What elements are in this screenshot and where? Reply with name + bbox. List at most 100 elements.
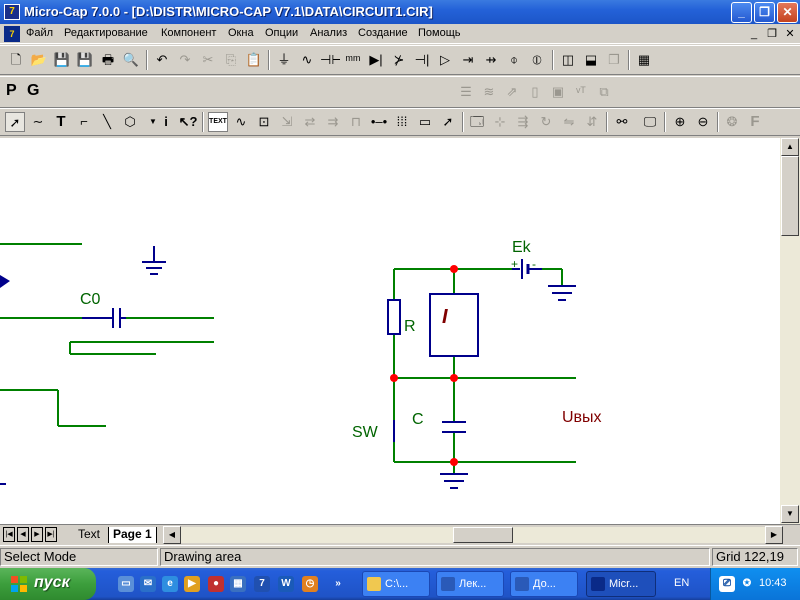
battery-icon[interactable]: ⊣| <box>412 50 432 70</box>
power-display-icon[interactable]: ⇄ <box>300 112 320 132</box>
redo-icon[interactable]: ↷ <box>175 50 195 70</box>
print-icon[interactable]: 🖶 <box>98 50 118 70</box>
rotate-icon[interactable]: ↻ <box>536 112 556 132</box>
vt-icon[interactable]: ᵛᵀ <box>571 82 591 102</box>
task-folder[interactable]: C:\... <box>362 571 430 597</box>
text-tool-icon[interactable]: T <box>51 112 71 132</box>
pin-icon[interactable]: •–• <box>369 112 389 132</box>
vertical-scrollbar[interactable]: ▲ ▼ <box>780 138 800 524</box>
vertical-scroll-thumb[interactable] <box>781 156 799 236</box>
cascade-icon[interactable]: ❐ <box>604 50 624 70</box>
current-source-icon[interactable]: ⌽ <box>504 50 524 70</box>
info-icon[interactable]: i <box>156 112 176 132</box>
chevron-icon[interactable]: » <box>330 576 346 592</box>
image-icon[interactable]: ⧉ <box>594 82 614 102</box>
undo-icon[interactable]: ↶ <box>152 50 172 70</box>
restore-button[interactable]: ❐ <box>754 2 775 23</box>
calculator-app-icon[interactable]: ▦ <box>230 576 246 592</box>
help-pointer-icon[interactable]: ↖? <box>178 112 198 132</box>
scroll-right-icon[interactable]: ▶ <box>765 526 783 544</box>
menu-create[interactable]: Создание <box>358 27 408 39</box>
shapes-icon[interactable]: ⬡ <box>120 112 140 132</box>
tab-page-1[interactable]: Page 1 <box>108 527 157 543</box>
mdi-restore-button[interactable]: ❐ <box>764 27 780 41</box>
mirror-icon[interactable]: ⇋ <box>559 112 579 132</box>
gate-icon[interactable]: ⇥ <box>458 50 478 70</box>
microcap-quicklaunch-icon[interactable]: 7 <box>254 576 270 592</box>
task-doc[interactable]: До... <box>510 571 578 597</box>
drawing-canvas[interactable]: C0 Ek + - R I SW C Uвых <box>0 138 780 524</box>
scroll-down-icon[interactable]: ▼ <box>781 505 799 523</box>
node-numbers-icon[interactable]: ⊡ <box>254 112 274 132</box>
cherry-app-icon[interactable]: ● <box>208 576 224 592</box>
cut-icon[interactable]: ✂ <box>198 50 218 70</box>
calculator-icon[interactable]: ▦ <box>634 50 654 70</box>
title-block-icon[interactable]: ▭ <box>415 112 435 132</box>
save-all-icon[interactable]: 💾 <box>75 50 95 70</box>
tab-text[interactable]: Text <box>74 527 104 543</box>
network-icon[interactable]: ⎚ <box>719 576 735 592</box>
properties-icon[interactable]: 🗔 <box>467 112 487 132</box>
component-mode-letter[interactable]: P <box>6 82 17 100</box>
outlook-icon[interactable]: ✉ <box>140 576 156 592</box>
scroll-left-icon[interactable]: ◀ <box>163 526 181 544</box>
voltage-source-icon[interactable]: ⦶ <box>527 50 547 70</box>
presentation-icon[interactable]: 🖵 <box>640 112 660 132</box>
picture-icon[interactable]: ▣ <box>548 82 568 102</box>
menu-help[interactable]: Помощь <box>418 27 461 39</box>
print-preview-icon[interactable]: 🔍 <box>121 50 141 70</box>
menu-file[interactable]: Файл <box>26 27 53 39</box>
orthogonal-wire-icon[interactable]: ⌐ <box>74 112 94 132</box>
open-file-icon[interactable]: 📂 <box>29 50 49 70</box>
copy-icon[interactable]: ⎘ <box>221 50 241 70</box>
tile-horizontal-icon[interactable]: ⬓ <box>581 50 601 70</box>
diagonal-wire-icon[interactable]: ╲ <box>97 112 117 132</box>
language-indicator[interactable]: EN <box>674 577 689 589</box>
task-lecture-doc[interactable]: Лек... <box>436 571 504 597</box>
close-button[interactable]: ✕ <box>777 2 798 23</box>
opamp-icon[interactable]: ▷ <box>435 50 455 70</box>
title-bar[interactable]: 7 Micro-Cap 7.0.0 - [D:\DISTR\MICRO-CAP … <box>0 0 800 24</box>
horizontal-scroll-thumb[interactable] <box>453 527 513 543</box>
current-display-icon[interactable]: ⇲ <box>277 112 297 132</box>
horizontal-scrollbar[interactable]: ◀ ▶ <box>163 526 783 544</box>
node-icon[interactable]: ⇗ <box>502 82 522 102</box>
attribute-text-icon[interactable]: ☰ <box>456 82 476 102</box>
tile-vertical-icon[interactable]: ◫ <box>558 50 578 70</box>
flip-icon[interactable]: ⇵ <box>582 112 602 132</box>
last-page-icon[interactable]: ▶| <box>45 527 57 542</box>
resistor-icon[interactable]: ∿ <box>297 50 317 70</box>
zoom-in-icon[interactable]: ⊕ <box>670 112 690 132</box>
next-page-icon[interactable]: ▶ <box>31 527 43 542</box>
clock-app-icon[interactable]: ◷ <box>302 576 318 592</box>
npn-icon[interactable]: ⇸ <box>481 50 501 70</box>
zener-icon[interactable]: ⊁ <box>389 50 409 70</box>
pin-connections-icon[interactable]: ⊓ <box>346 112 366 132</box>
save-icon[interactable]: 💾 <box>52 50 72 70</box>
wave-text-icon[interactable]: ≋ <box>479 82 499 102</box>
menu-edit[interactable]: Редактирование <box>64 27 148 39</box>
condition-display-icon[interactable]: ⇉ <box>323 112 343 132</box>
mdi-close-button[interactable]: ✕ <box>782 27 798 41</box>
diode-icon[interactable]: ▶| <box>366 50 386 70</box>
step-icon[interactable]: ⇶ <box>513 112 533 132</box>
security-shield-icon[interactable]: ✪ <box>739 576 755 592</box>
ground-icon[interactable]: ⏚ <box>274 50 294 70</box>
media-player-icon[interactable]: ▶ <box>184 576 200 592</box>
font-icon[interactable]: F <box>745 112 765 132</box>
scroll-up-icon[interactable]: ▲ <box>781 138 799 156</box>
minimize-button[interactable]: _ <box>731 2 752 23</box>
mdi-minimize-button[interactable]: _ <box>746 27 762 41</box>
text-toggle-icon[interactable]: TEXT <box>208 112 228 132</box>
graphics-mode-letter[interactable]: G <box>27 82 39 100</box>
select-arrow-icon[interactable]: ➚ <box>5 112 25 132</box>
zoom-out-icon[interactable]: ⊖ <box>693 112 713 132</box>
wire-icon[interactable]: ∼ <box>28 112 48 132</box>
prev-page-icon[interactable]: ◀ <box>17 527 29 542</box>
marker-icon[interactable]: ▯ <box>525 82 545 102</box>
internet-explorer-icon[interactable]: e <box>162 576 178 592</box>
menu-options[interactable]: Опции <box>265 27 298 39</box>
menu-component[interactable]: Компонент <box>161 27 216 39</box>
grid-icon[interactable]: ⁞⁞⁞ <box>392 112 412 132</box>
show-desktop-icon[interactable]: ▭ <box>118 576 134 592</box>
